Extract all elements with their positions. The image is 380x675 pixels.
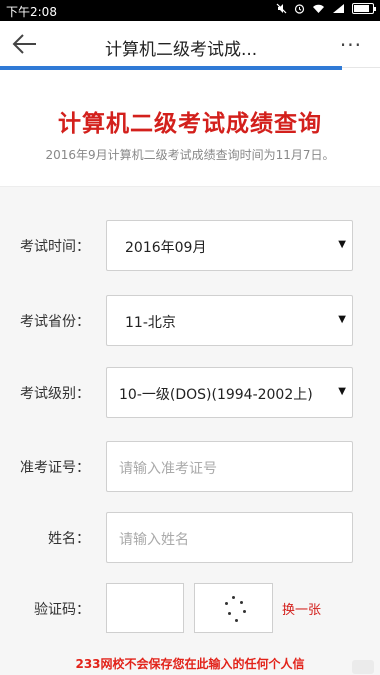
dropdown-arrow-icon: ▼ [338,386,346,397]
query-notice: 2016年9月计算机二级考试成绩查询时间为11月7日。 [45,148,335,162]
captcha-image[interactable] [194,583,273,633]
level-label: 考试级别： [20,386,90,402]
wifi-icon [313,4,324,13]
name-label: 姓名： [48,531,90,547]
status-bar: 下午2:08 [0,0,380,21]
app-bar: 计算机二级考试成... ··· [0,21,380,68]
page-title: 计算机二级考试成绩查询 [58,111,322,137]
captcha-dot [228,612,231,615]
privacy-note: 233网校不会保存您在此输入的任何个人信 [75,657,305,671]
name-placeholder: 请输入姓名 [119,532,189,548]
status-icons [276,3,376,14]
captcha-dot [243,610,246,613]
province-select[interactable]: 11-北京 ▼ [106,295,353,346]
exam-time-label: 考试时间： [20,239,90,255]
watermark-badge [352,660,374,674]
row-ticket: 准考证号： 请输入准考证号 [0,441,380,493]
status-time: 下午2:08 [6,5,57,19]
alarm-icon [294,4,305,14]
back-button[interactable] [10,31,42,59]
battery-level [354,5,369,12]
row-level: 考试级别： 10-一级(DOS)(1994-2002上) ▼ [0,367,380,419]
dropdown-arrow-icon: ▼ [338,239,346,250]
captcha-dot [235,619,238,622]
row-exam-time: 考试时间： 2016年09月 ▼ [0,220,380,272]
app-bar-title: 计算机二级考试成... [105,40,258,60]
level-value: 10-一级(DOS)(1994-2002上) [119,387,313,403]
dropdown-arrow-icon: ▼ [338,314,346,325]
more-dots-icon[interactable]: ··· [340,33,362,57]
battery-icon [352,3,376,14]
captcha-dot [232,596,235,599]
arrow-left-icon [12,34,36,54]
mute-icon [276,3,287,14]
row-province: 考试省份： 11-北京 ▼ [0,295,380,347]
ticket-number-input[interactable]: 请输入准考证号 [106,441,353,492]
signal-icon [333,4,344,13]
province-value: 11-北京 [125,315,176,331]
captcha-dot [225,602,228,605]
captcha-input[interactable] [106,583,184,633]
ticket-placeholder: 请输入准考证号 [119,461,217,477]
exam-time-value: 2016年09月 [125,240,207,256]
captcha-label: 验证码： [34,602,90,618]
query-form: 考试时间： 2016年09月 ▼ 考试省份： 11-北京 ▼ 考试级别： 10-… [0,187,380,675]
exam-time-select[interactable]: 2016年09月 ▼ [106,220,353,271]
level-select[interactable]: 10-一级(DOS)(1994-2002上) ▼ [106,367,353,418]
refresh-captcha-link[interactable]: 换一张 [282,599,321,618]
header-area: 计算机二级考试成绩查询 2016年9月计算机二级考试成绩查询时间为11月7日。 [0,70,380,187]
province-label: 考试省份： [20,314,90,330]
captcha-dot [240,601,243,604]
ticket-label: 准考证号： [20,460,90,476]
name-input[interactable]: 请输入姓名 [106,512,353,563]
row-name: 姓名： 请输入姓名 [0,512,380,564]
row-captcha: 验证码： 换一张 [0,583,380,635]
